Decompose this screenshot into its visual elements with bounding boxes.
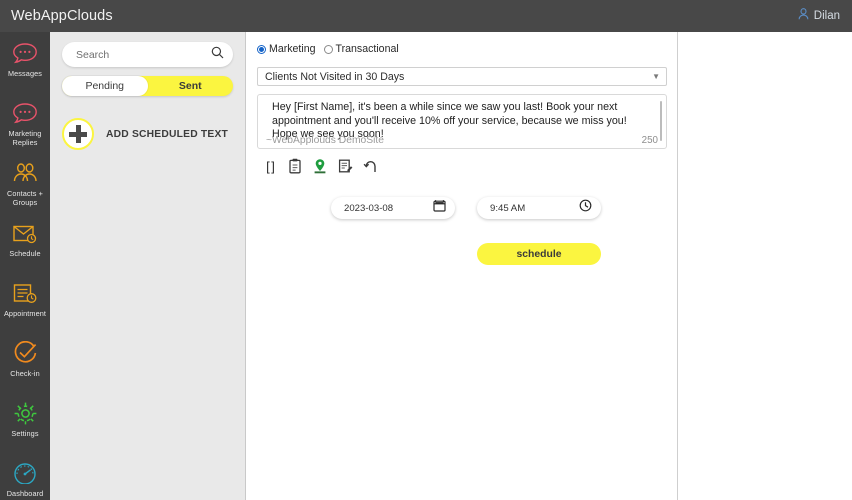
audience-select-value: Clients Not Visited in 30 Days: [265, 70, 405, 83]
time-field-value: 9:45 AM: [490, 202, 526, 214]
sidebar-item-label: Schedule: [9, 249, 41, 258]
detail-pane-empty: [679, 32, 852, 500]
schedule-submit-row: schedule: [257, 243, 667, 265]
sidebar-item-label: Messages: [7, 69, 43, 78]
app-root: WebAppClouds Dilan Messages Marketing Re…: [0, 0, 852, 500]
search-icon[interactable]: [211, 46, 224, 64]
composer-footer: ~WebApplouds DemoSite 250: [266, 135, 658, 146]
sidebar-item-label: Check-in: [10, 369, 40, 378]
user-name: Dilan: [813, 10, 840, 22]
chat-bubble-icon: [12, 100, 38, 126]
compose-panel: Marketing Transactional Clients Not Visi…: [247, 32, 678, 500]
clipboard-icon[interactable]: [286, 157, 304, 175]
sidebar-item-label: Appointment: [3, 309, 47, 318]
sidebar-item-appointment[interactable]: Appointment: [0, 272, 50, 332]
sidebar-item-messages[interactable]: Messages: [0, 32, 50, 92]
plus-icon: [62, 118, 94, 150]
radio-marketing-dot[interactable]: [257, 44, 266, 54]
speedometer-icon: [12, 460, 38, 486]
sidebar-item-label: Settings: [11, 429, 39, 438]
sidebar-item-marketing-replies[interactable]: Marketing Replies: [0, 92, 50, 152]
message-scrollbar[interactable]: [660, 101, 662, 141]
search-box[interactable]: [62, 42, 233, 67]
sidebar-item-check-in[interactable]: Check-in: [0, 332, 50, 392]
add-scheduled-text-label: ADD SCHEDULED TEXT: [106, 128, 229, 140]
calendar-icon[interactable]: [433, 199, 446, 217]
sidebar-nav: Messages Marketing Replies Contacts + Gr…: [0, 32, 50, 500]
sidebar-item-label: Contacts + Groups: [6, 189, 44, 208]
add-scheduled-text-button[interactable]: ADD SCHEDULED TEXT: [62, 118, 233, 150]
notepad-clock-icon: [12, 280, 38, 306]
tab-pending[interactable]: Pending: [62, 76, 148, 96]
users-group-icon: [12, 160, 38, 186]
search-input[interactable]: [76, 48, 211, 61]
sidebar-item-label: Dashboard: [6, 489, 44, 498]
undo-icon[interactable]: [361, 157, 379, 175]
envelope-clock-icon: [12, 220, 38, 246]
user-menu[interactable]: Dilan: [798, 7, 840, 25]
person-icon: [798, 7, 809, 25]
sidebar-item-contacts-groups[interactable]: Contacts + Groups: [0, 152, 50, 212]
chat-bubble-icon: [12, 40, 38, 66]
location-pin-icon[interactable]: [311, 157, 329, 175]
top-bar: WebAppClouds Dilan: [0, 0, 852, 32]
insert-merge-field-icon[interactable]: [ ]: [261, 157, 279, 175]
radio-marketing-label: Marketing: [269, 43, 316, 55]
date-field[interactable]: 2023-03-08: [331, 197, 455, 219]
schedule-datetime-row: 2023-03-08 9:45 AM: [257, 197, 667, 219]
tab-sent[interactable]: Sent: [148, 76, 234, 96]
composer-toolbar: [ ]: [257, 156, 667, 176]
check-circle-icon: [13, 340, 38, 366]
audience-select[interactable]: Clients Not Visited in 30 Days ▼: [257, 67, 667, 86]
message-signature: ~WebApplouds DemoSite: [266, 135, 385, 146]
message-body-editor[interactable]: Hey [First Name], it's been a while sinc…: [257, 94, 667, 149]
schedule-button[interactable]: schedule: [477, 243, 601, 265]
gear-icon: [13, 400, 38, 426]
app-brand-title: WebAppClouds: [11, 8, 113, 24]
sidebar-item-dashboard[interactable]: Dashboard: [0, 452, 50, 500]
radio-marketing[interactable]: Marketing: [257, 43, 316, 55]
clock-icon[interactable]: [579, 199, 592, 217]
sidebar-item-settings[interactable]: Settings: [0, 392, 50, 452]
edit-template-icon[interactable]: [336, 157, 354, 175]
character-count: 250: [641, 135, 658, 146]
date-field-value: 2023-03-08: [344, 202, 394, 214]
chevron-down-icon[interactable]: ▼: [652, 72, 660, 81]
radio-transactional-dot[interactable]: [323, 44, 333, 54]
sidebar-item-schedule[interactable]: Schedule: [0, 212, 50, 272]
time-field[interactable]: 9:45 AM: [477, 197, 601, 219]
status-filter-tabs: Pending Sent: [62, 76, 233, 96]
message-type-radio-group: Marketing Transactional: [257, 40, 667, 58]
radio-transactional[interactable]: Transactional: [323, 43, 399, 55]
scheduled-text-list-panel: Pending Sent ADD SCHEDULED TEXT: [50, 32, 246, 500]
radio-transactional-label: Transactional: [335, 43, 399, 55]
sidebar-item-label: Marketing Replies: [8, 129, 42, 148]
